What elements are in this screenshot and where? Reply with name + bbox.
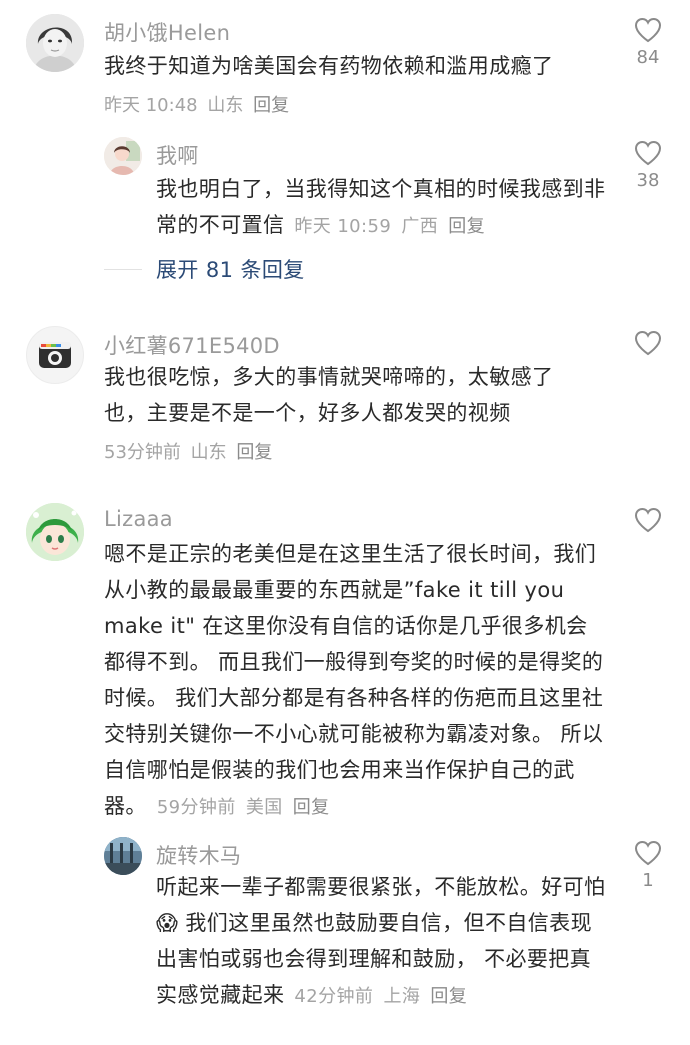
comment-meta: 昨天 10:59 广西 回复	[294, 216, 485, 237]
reply-button[interactable]: 回复	[253, 95, 289, 116]
comment-time: 59分钟前	[156, 797, 236, 818]
comment-text: 我终于知道为啥美国会有药物依赖和滥用成瘾了	[104, 54, 554, 78]
heart-icon	[634, 140, 662, 166]
like-count: 84	[636, 47, 660, 68]
reply-button[interactable]: 回复	[293, 797, 330, 818]
comment-text: 听起来一辈子都需要很紧张，不能放松。好可怕😱 我们这里虽然也鼓励要自信，但不自信…	[156, 875, 606, 1007]
heart-icon	[634, 17, 662, 43]
avatar[interactable]	[104, 837, 142, 875]
comment-author[interactable]: Lizaaa	[104, 507, 173, 531]
comment-time: 53分钟前	[104, 442, 181, 463]
comment-location: 山东	[190, 442, 227, 463]
expand-replies-label[interactable]: 展开 81 条回复	[156, 254, 305, 284]
comment-author[interactable]: 胡小饿Helen	[104, 17, 230, 47]
anime-avatar-icon	[26, 503, 84, 561]
window-photo-avatar-icon	[104, 837, 142, 875]
reply-button[interactable]: 回复	[430, 986, 467, 1007]
like-count: 38	[636, 170, 660, 191]
comment-meta: 59分钟前 美国 回复	[157, 797, 330, 818]
like-button[interactable]: 38	[626, 140, 670, 191]
comment-location: 上海	[383, 986, 421, 1007]
divider	[104, 268, 142, 270]
reply-button[interactable]: 回复	[236, 442, 272, 463]
comment-time: 昨天 10:59	[294, 216, 392, 237]
avatar[interactable]	[26, 503, 84, 561]
comment-time: 昨天 10:48	[104, 95, 198, 116]
avatar[interactable]	[26, 14, 84, 72]
heart-icon	[634, 840, 662, 866]
comment-author[interactable]: 我啊	[156, 140, 199, 170]
comment-text: 我也明白了，当我得知这个真相的时候我感到非常的不可置信 昨天 10:59 广西 回…	[156, 177, 606, 237]
like-count: 1	[642, 870, 654, 891]
comment-text: 我也很吃惊，多大的事情就哭啼啼的，太敏感了也，主要是不是一个，好多人都发哭的视频	[104, 365, 554, 425]
comment-location: 美国	[245, 797, 283, 818]
avatar[interactable]	[104, 137, 142, 175]
comment-location: 山东	[207, 95, 244, 116]
heart-icon	[634, 507, 662, 533]
expand-replies-button[interactable]: 展开 81 条回复	[104, 255, 305, 283]
portrait-photo-avatar-icon	[104, 137, 142, 175]
portrait-photo-avatar-icon	[26, 14, 84, 72]
heart-icon	[634, 330, 662, 356]
like-button[interactable]: 84	[626, 17, 670, 68]
comment-author[interactable]: 小红薯671E540D	[104, 330, 280, 360]
comment-meta: 53分钟前 山东 回复	[104, 438, 272, 464]
comment-author[interactable]: 旋转木马	[156, 840, 241, 870]
like-button[interactable]	[626, 507, 670, 537]
avatar[interactable]	[26, 326, 84, 384]
like-button[interactable]	[626, 330, 670, 360]
reply-button[interactable]: 回复	[448, 216, 485, 237]
comment-meta: 42分钟前 上海 回复	[294, 986, 467, 1007]
comment-time: 42分钟前	[294, 986, 374, 1007]
comment-location: 广西	[401, 216, 439, 237]
comment-text: 嗯不是正宗的老美但是在这里生活了很长时间，我们从小教的最最最重要的东西就是”fa…	[104, 542, 604, 818]
camera-avatar-icon	[39, 342, 71, 368]
like-button[interactable]: 1	[626, 840, 670, 891]
comment-meta: 昨天 10:48 山东 回复	[104, 91, 289, 117]
